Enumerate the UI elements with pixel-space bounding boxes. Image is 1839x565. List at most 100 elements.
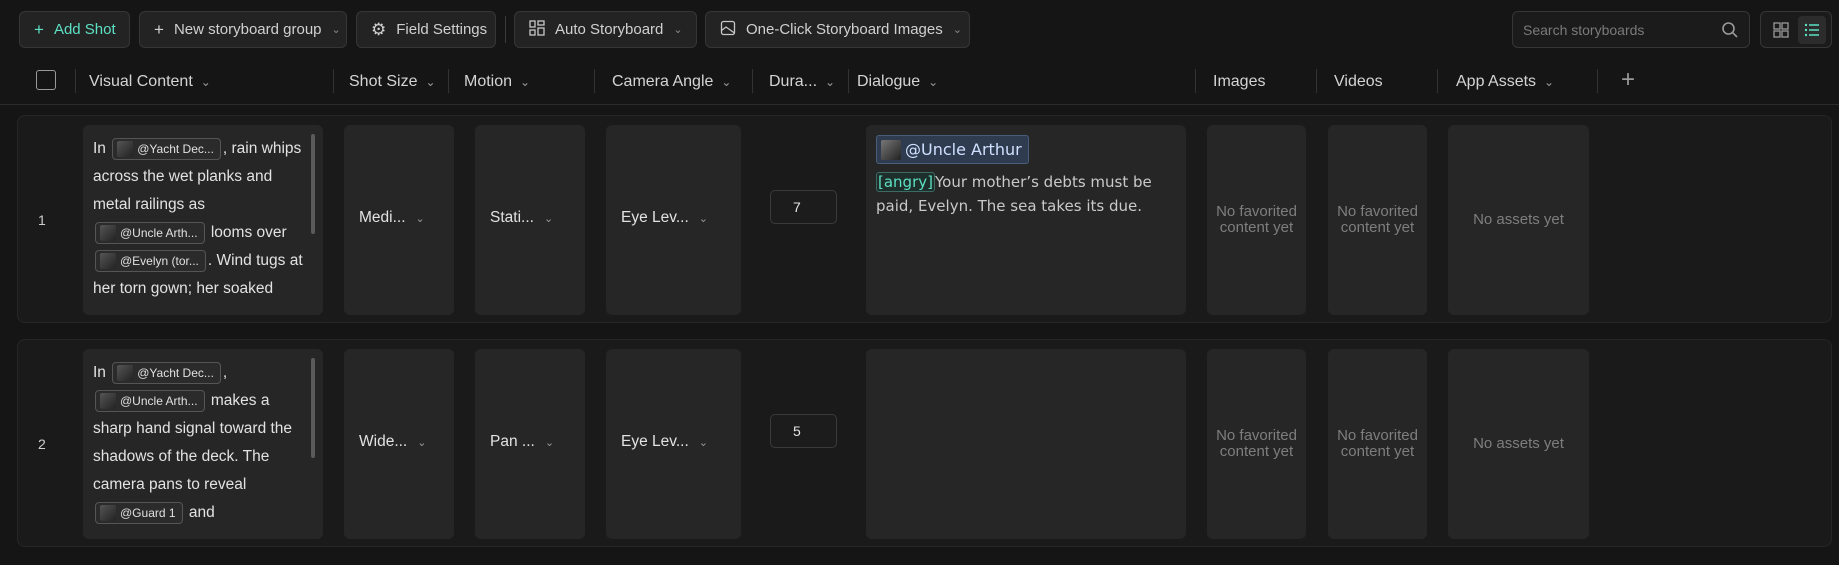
column-header-dialogue[interactable]: Dialogue ⌄ bbox=[857, 58, 977, 105]
images-cell[interactable]: No favorited content yet bbox=[1207, 125, 1306, 315]
visual-text: In bbox=[93, 364, 106, 381]
images-cell[interactable]: No favorited content yet bbox=[1207, 349, 1306, 539]
chevron-down-icon[interactable]: ⌄ bbox=[425, 75, 435, 89]
list-view-icon[interactable] bbox=[1797, 15, 1826, 44]
chip-label: @Uncle Arth... bbox=[120, 225, 198, 240]
column-title: Shot Size bbox=[349, 72, 418, 90]
camera-angle-cell[interactable]: Eye Lev... ⌄ bbox=[606, 125, 741, 315]
shot-size-cell[interactable]: Wide... ⌄ bbox=[344, 349, 454, 539]
chevron-down-icon[interactable]: ⌄ bbox=[953, 23, 962, 36]
column-title: Camera Angle bbox=[612, 72, 714, 90]
column-header-duration[interactable]: Dura... ⌄ bbox=[769, 58, 847, 105]
camera-angle-cell[interactable]: Eye Lev... ⌄ bbox=[606, 349, 741, 539]
column-divider bbox=[1597, 69, 1598, 93]
column-header-app-assets[interactable]: App Assets ⌄ bbox=[1456, 58, 1576, 105]
column-divider bbox=[1195, 69, 1196, 93]
column-title: Videos bbox=[1334, 72, 1383, 90]
empty-state: No favorited content yet bbox=[1337, 203, 1418, 236]
motion-cell[interactable]: Pan ... ⌄ bbox=[475, 349, 585, 539]
empty-state: No favorited content yet bbox=[1337, 427, 1418, 460]
mention-chip[interactable]: @Evelyn (tor... bbox=[95, 249, 206, 272]
one-click-storyboard-images-button[interactable]: One-Click Storyboard Images ⌄ bbox=[705, 11, 970, 48]
visual-text: and bbox=[188, 504, 215, 521]
visual-content-cell[interactable]: In @Yacht Dec..., @Uncle Arth... makes a… bbox=[83, 349, 323, 539]
camera-angle-select[interactable]: Eye Lev... ⌄ bbox=[621, 433, 708, 451]
select-value: Pan ... bbox=[490, 433, 535, 450]
table-row[interactable]: 1 In @Yacht Dec..., rain whips across th… bbox=[17, 115, 1832, 323]
empty-state: No assets yet bbox=[1473, 211, 1564, 228]
visual-content-cell[interactable]: In @Yacht Dec..., rain whips across the … bbox=[83, 125, 323, 315]
chevron-down-icon[interactable]: ⌄ bbox=[520, 75, 530, 89]
speaker-mention[interactable]: @Uncle Arthur bbox=[876, 135, 1029, 164]
motion-select[interactable]: Pan ... ⌄ bbox=[490, 433, 554, 451]
chevron-down-icon: ⌄ bbox=[415, 212, 425, 225]
camera-angle-select[interactable]: Eye Lev... ⌄ bbox=[621, 209, 708, 227]
emotion-tag: [angry] bbox=[876, 172, 935, 192]
thumbnail-icon bbox=[100, 504, 116, 521]
videos-cell[interactable]: No favorited content yet bbox=[1328, 125, 1427, 315]
motion-select[interactable]: Stati... ⌄ bbox=[490, 209, 553, 227]
thumbnail-icon bbox=[881, 139, 901, 160]
chevron-down-icon[interactable]: ⌄ bbox=[928, 75, 938, 89]
mention-chip[interactable]: @Uncle Arth... bbox=[95, 221, 205, 244]
column-header-motion[interactable]: Motion ⌄ bbox=[464, 58, 574, 105]
new-storyboard-group-button[interactable]: + New storyboard group ⌄ bbox=[139, 11, 347, 48]
chevron-down-icon[interactable]: ⌄ bbox=[721, 75, 731, 89]
shot-size-select[interactable]: Medi... ⌄ bbox=[359, 209, 425, 227]
scrollbar[interactable] bbox=[311, 358, 315, 458]
scrollbar[interactable] bbox=[311, 134, 315, 234]
search-input[interactable] bbox=[1523, 21, 1721, 38]
column-title: Dialogue bbox=[857, 72, 921, 90]
column-title: Images bbox=[1213, 72, 1266, 90]
row-number: 1 bbox=[38, 212, 46, 228]
motion-cell[interactable]: Stati... ⌄ bbox=[475, 125, 585, 315]
shot-size-select[interactable]: Wide... ⌄ bbox=[359, 433, 426, 451]
thumbnail-icon bbox=[100, 224, 116, 241]
app-assets-cell[interactable]: No assets yet bbox=[1448, 125, 1589, 315]
column-header-shot-size[interactable]: Shot Size ⌄ bbox=[349, 58, 459, 105]
auto-storyboard-label: Auto Storyboard bbox=[555, 21, 664, 38]
row-number: 2 bbox=[38, 436, 46, 452]
select-all-checkbox[interactable] bbox=[36, 70, 56, 90]
grid-view-icon[interactable] bbox=[1767, 16, 1795, 44]
plus-icon: + bbox=[34, 20, 44, 39]
chevron-down-icon: ⌄ bbox=[543, 212, 554, 225]
column-header-visual-content[interactable]: Visual Content ⌄ bbox=[89, 58, 329, 105]
duration-input[interactable]: 5 bbox=[770, 414, 837, 448]
auto-storyboard-button[interactable]: Auto Storyboard ⌄ bbox=[514, 11, 697, 48]
mention-chip[interactable]: @Yacht Dec... bbox=[112, 137, 221, 160]
column-header-camera-angle[interactable]: Camera Angle ⌄ bbox=[612, 58, 752, 105]
videos-cell[interactable]: No favorited content yet bbox=[1328, 349, 1427, 539]
column-title: App Assets bbox=[1456, 72, 1537, 90]
search-box bbox=[1512, 11, 1750, 48]
chevron-down-icon[interactable]: ⌄ bbox=[825, 75, 835, 89]
add-shot-label: Add Shot bbox=[53, 21, 116, 38]
mention-chip[interactable]: @Guard 1 bbox=[95, 501, 183, 524]
add-shot-button[interactable]: + Add Shot bbox=[19, 11, 130, 48]
field-settings-button[interactable]: ⚙ Field Settings bbox=[356, 11, 496, 48]
chevron-down-icon[interactable]: ⌄ bbox=[1544, 75, 1554, 89]
app-assets-cell[interactable]: No assets yet bbox=[1448, 349, 1589, 539]
add-column-icon[interactable]: + bbox=[1615, 68, 1641, 94]
search-icon[interactable] bbox=[1721, 21, 1739, 39]
dialogue-cell[interactable] bbox=[866, 349, 1186, 539]
column-divider bbox=[1316, 69, 1317, 93]
dialogue-cell[interactable]: @Uncle Arthur [angry] Your mother’s debts… bbox=[866, 125, 1186, 315]
duration-input[interactable]: 7 bbox=[770, 190, 837, 224]
chevron-down-icon[interactable]: ⌄ bbox=[201, 75, 211, 89]
select-value: Eye Lev... bbox=[621, 433, 689, 450]
chip-label: @Yacht Dec... bbox=[137, 141, 214, 156]
mention-chip[interactable]: @Yacht Dec... bbox=[112, 361, 221, 384]
column-divider bbox=[594, 69, 595, 93]
shot-size-cell[interactable]: Medi... ⌄ bbox=[344, 125, 454, 315]
chevron-down-icon[interactable]: ⌄ bbox=[332, 23, 341, 36]
chevron-down-icon[interactable]: ⌄ bbox=[673, 23, 682, 36]
column-header-images: Images bbox=[1213, 58, 1293, 105]
thumbnail-icon bbox=[100, 252, 116, 269]
dialogue-text[interactable]: [angry] Your mother’s debts must be paid,… bbox=[876, 170, 1176, 218]
new-group-label: New storyboard group bbox=[173, 21, 322, 38]
table-row[interactable]: 2 In @Yacht Dec..., @Uncle Arth... makes… bbox=[17, 339, 1832, 547]
mention-chip[interactable]: @Uncle Arth... bbox=[95, 389, 205, 412]
visual-text: , bbox=[222, 364, 228, 381]
column-divider bbox=[752, 69, 753, 93]
